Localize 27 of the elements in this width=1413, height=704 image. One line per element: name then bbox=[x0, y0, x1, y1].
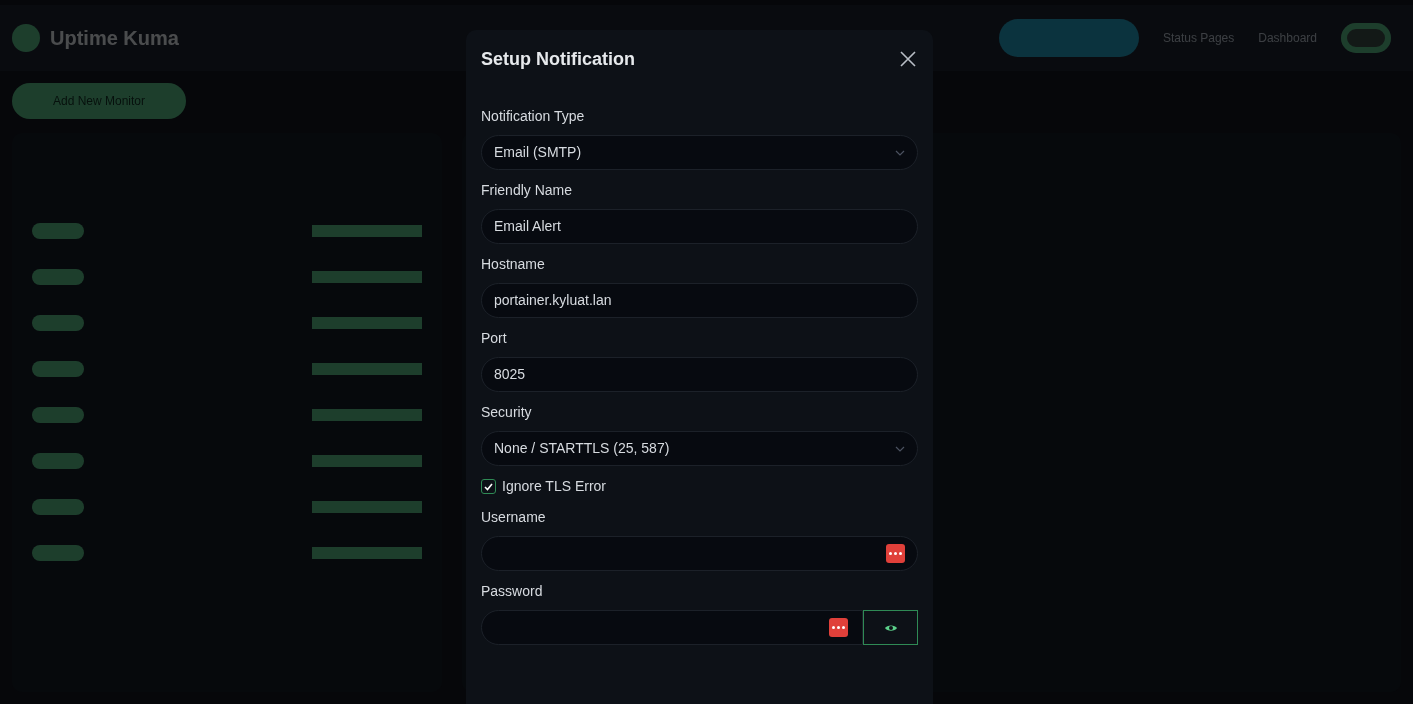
input-field[interactable]: Email Alert bbox=[481, 209, 918, 244]
check-icon bbox=[484, 482, 493, 491]
password-manager-icon[interactable] bbox=[886, 544, 905, 563]
field-label: Hostname bbox=[481, 255, 546, 274]
field-label: Security bbox=[481, 403, 533, 422]
select-field[interactable]: None / STARTTLS (25, 587) bbox=[481, 431, 918, 466]
eye-icon bbox=[883, 622, 898, 633]
show-password-button[interactable] bbox=[863, 610, 918, 645]
field-label: Port bbox=[481, 329, 508, 348]
field-label: Password bbox=[481, 582, 544, 601]
input-field[interactable]: 8025 bbox=[481, 357, 918, 392]
app-name: Uptime Kuma bbox=[50, 26, 179, 51]
dialog-title: Setup Notification bbox=[481, 47, 635, 71]
select-field[interactable]: Email (SMTP) bbox=[481, 135, 918, 170]
checkbox-label: Ignore TLS Error bbox=[502, 477, 606, 496]
close-icon bbox=[900, 51, 916, 67]
close-button[interactable] bbox=[898, 49, 918, 69]
field-label: Notification Type bbox=[481, 107, 586, 126]
input-field[interactable] bbox=[481, 536, 918, 571]
password-manager-icon[interactable] bbox=[829, 618, 848, 637]
checkbox[interactable] bbox=[481, 479, 496, 494]
chevron-down-icon bbox=[895, 149, 905, 156]
chevron-down-icon bbox=[895, 445, 905, 452]
field-label: Username bbox=[481, 508, 547, 527]
field-label: Friendly Name bbox=[481, 181, 574, 200]
password-field[interactable] bbox=[481, 610, 863, 645]
input-field[interactable]: portainer.kyluat.lan bbox=[481, 283, 918, 318]
